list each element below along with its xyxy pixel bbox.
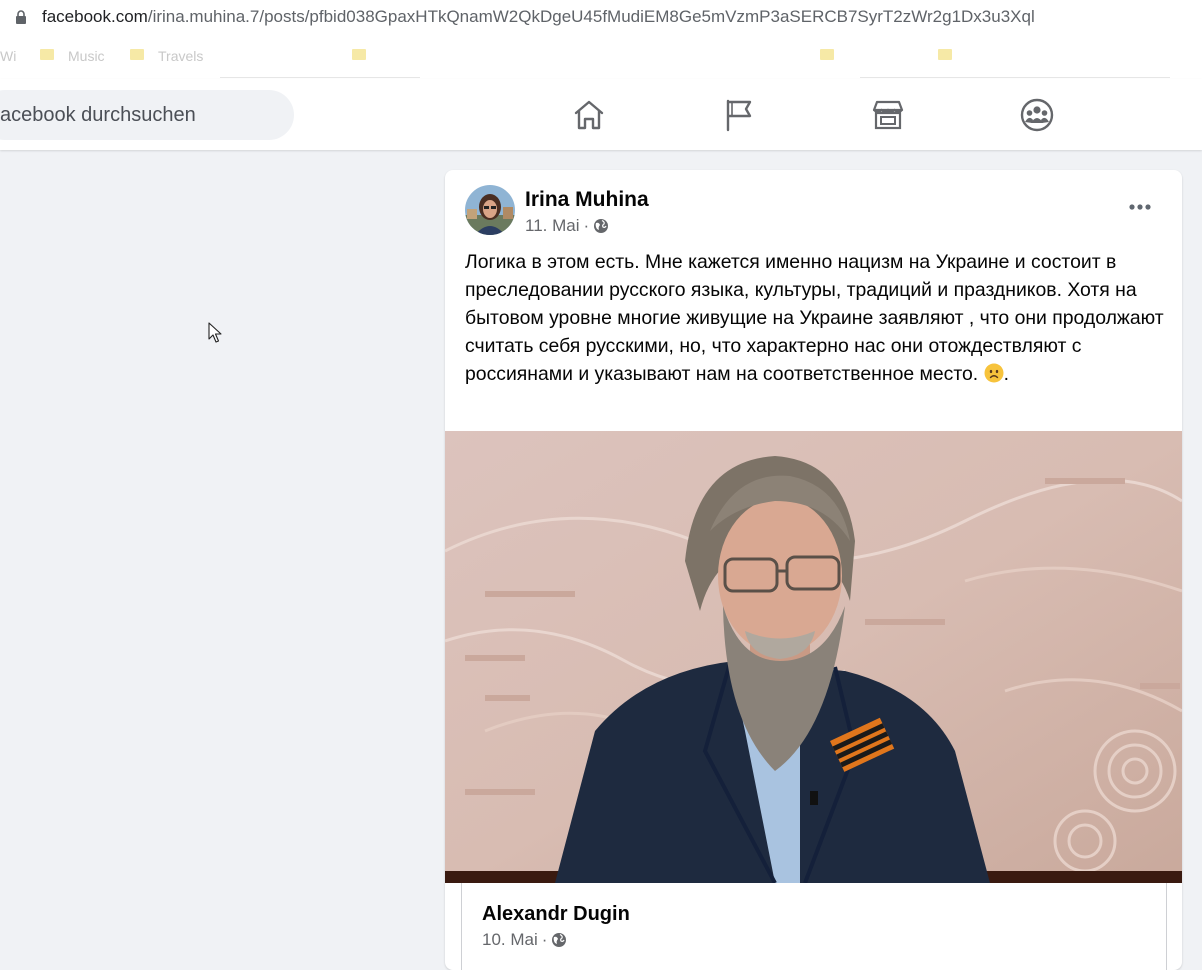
home-icon[interactable] <box>572 98 606 132</box>
bookmark-item[interactable]: Music <box>68 48 105 64</box>
search-input[interactable]: acebook durchsuchen <box>0 90 294 140</box>
groups-icon[interactable] <box>1020 98 1054 132</box>
shared-post-photo[interactable] <box>445 431 1182 883</box>
meta-separator: · <box>583 216 590 235</box>
folder-icon <box>130 49 144 60</box>
post-text-end: . <box>1003 363 1009 385</box>
post-meta: 11. Mai · <box>525 216 609 236</box>
url-path: /irina.muhina.7/posts/pfbid038GpaxHTkQna… <box>147 7 1035 26</box>
shared-post-meta: 10. Mai · <box>482 930 567 950</box>
mouse-cursor-icon <box>208 322 222 343</box>
url-host: facebook.com <box>42 7 148 26</box>
bookmark-item[interactable]: Wi <box>0 48 16 64</box>
bookmarks-divider <box>860 77 1170 78</box>
globe-icon <box>552 933 567 947</box>
post-card: Irina Muhina 11. Mai · Логика в этом ест… <box>445 170 1182 970</box>
meta-separator: · <box>541 930 548 949</box>
post-body: Логика в этом есть. Мне кажется именно н… <box>465 248 1165 388</box>
bookmark-item[interactable]: Travels <box>158 48 203 64</box>
folder-icon <box>820 49 834 60</box>
globe-icon <box>594 219 609 233</box>
search-placeholder: acebook durchsuchen <box>0 104 196 126</box>
post-date[interactable]: 11. Mai <box>525 216 580 236</box>
bookmarks-divider <box>220 77 420 78</box>
frowning-face-emoji <box>984 363 1004 383</box>
facebook-top-bar: acebook durchsuchen <box>0 79 1202 150</box>
browser-address-bar[interactable]: facebook.com/irina.muhina.7/posts/pfbid0… <box>0 0 1202 35</box>
marketplace-icon[interactable] <box>871 98 905 132</box>
more-options-icon[interactable] <box>1120 192 1160 222</box>
folder-icon <box>352 49 366 60</box>
shared-post[interactable]: Alexandr Dugin 10. Mai · <box>461 883 1167 970</box>
lock-icon <box>16 10 26 24</box>
post-author-name[interactable]: Irina Muhina <box>525 188 649 212</box>
folder-icon <box>40 49 54 60</box>
url-text[interactable]: facebook.com/irina.muhina.7/posts/pfbid0… <box>42 7 1035 27</box>
shared-post-author[interactable]: Alexandr Dugin <box>482 903 630 926</box>
post-text: Логика в этом есть. Мне кажется именно н… <box>465 251 1164 385</box>
pages-flag-icon[interactable] <box>722 98 756 132</box>
avatar[interactable] <box>465 185 515 235</box>
profile-photo <box>465 185 515 235</box>
bookmarks-bar: Wi Music Travels <box>0 35 1202 79</box>
folder-icon <box>938 49 952 60</box>
shared-post-date[interactable]: 10. Mai <box>482 930 538 950</box>
